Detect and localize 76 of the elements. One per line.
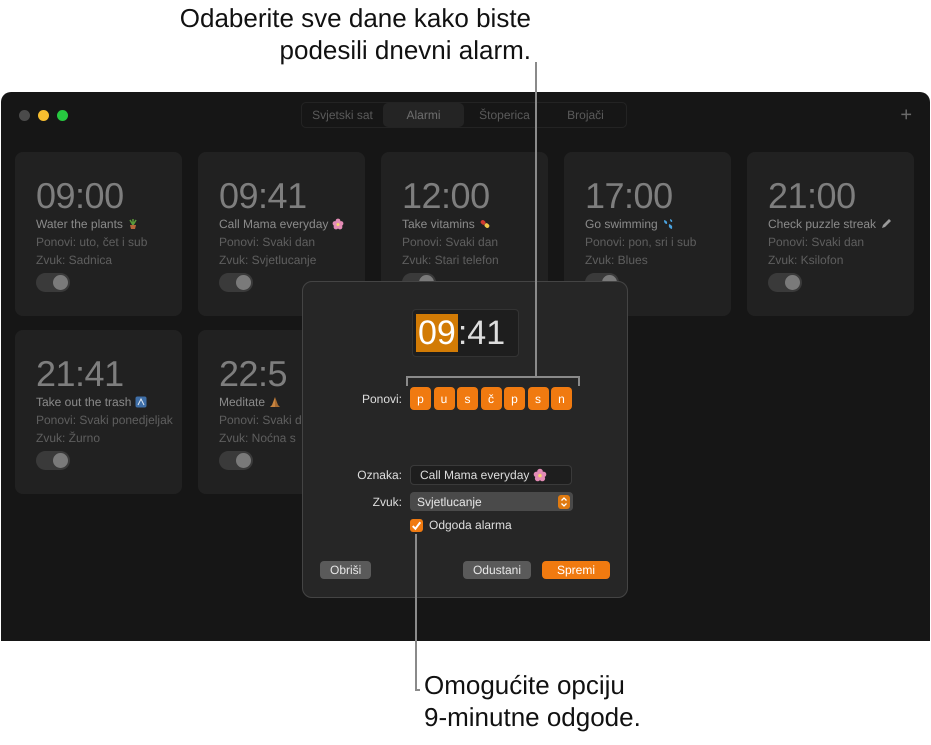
sound-label: Zvuk: bbox=[372, 494, 402, 508]
time-field[interactable]: 09:41 bbox=[412, 309, 519, 357]
alarm-card[interactable]: 09:00 Water the plants Ponovi: uto, čet i sub Zvuk: Sadnica bbox=[15, 152, 182, 316]
alarm-sound: Zvuk: Stari telefon bbox=[402, 253, 500, 267]
callout-text: Odaberite sve dane kako biste podesili dnevni alarm. bbox=[180, 2, 531, 67]
alarm-card[interactable]: 21:00 Check puzzle streak Ponovi: Svaki dan Zvuk: Ksilofon bbox=[747, 152, 914, 316]
alarm-time: 17:00 bbox=[585, 176, 674, 216]
alarm-title: Meditate bbox=[219, 395, 266, 409]
alarm-repeat: Ponovi: Svaki dan bbox=[768, 235, 866, 249]
tab[interactable]: Brojači bbox=[545, 103, 626, 127]
alarm-sound: Zvuk: Noćna s bbox=[219, 431, 297, 445]
day-toggle[interactable]: č bbox=[480, 387, 502, 410]
minimize-icon[interactable] bbox=[38, 110, 49, 120]
day-toggle[interactable]: s bbox=[528, 387, 548, 410]
cancel-button[interactable]: Odustani bbox=[462, 561, 531, 579]
alarm-time: 09:00 bbox=[36, 176, 125, 216]
plant-icon bbox=[126, 218, 139, 230]
hours-field[interactable]: 09 bbox=[416, 314, 458, 352]
label-value: Call Mama everyday bbox=[420, 468, 530, 482]
alarm-sound: Zvuk: Ksilofon bbox=[768, 253, 844, 267]
day-toggle[interactable]: u bbox=[434, 387, 454, 410]
flower-icon bbox=[332, 218, 344, 230]
alarm-toggle[interactable] bbox=[219, 451, 253, 470]
alarm-title: Water the plants bbox=[36, 217, 123, 231]
snooze-label: Odgoda alarma bbox=[429, 518, 512, 532]
alarm-sound: Zvuk: Blues bbox=[585, 253, 649, 267]
alarm-repeat: Ponovi: Svaki dan bbox=[219, 235, 316, 249]
alarm-toggle[interactable] bbox=[36, 451, 70, 470]
alarm-time: 12:00 bbox=[402, 176, 491, 216]
alarm-title: Take vitamins bbox=[402, 217, 475, 231]
alarm-title: Call Mama everyday bbox=[219, 217, 328, 231]
alarm-time: 21:00 bbox=[768, 176, 857, 216]
alarm-card[interactable]: 21:41 Take out the trash Ponovi: Svaki ponedjeljak Zvuk: Žurno bbox=[15, 330, 182, 494]
label-field[interactable]: Call Mama everyday bbox=[410, 465, 572, 485]
alarm-time: 22:5 bbox=[219, 354, 288, 394]
day-toggle[interactable]: p bbox=[410, 387, 431, 410]
alarm-toggle[interactable] bbox=[219, 273, 253, 292]
sound-value: Svjetlucanje bbox=[417, 494, 482, 508]
time-separator: : bbox=[458, 314, 468, 352]
pill-icon bbox=[478, 218, 491, 230]
alarm-time: 09:41 bbox=[219, 176, 308, 216]
alarm-sound: Zvuk: Sadnica bbox=[36, 253, 114, 267]
alarm-card[interactable]: 17:00 Go swimming Ponovi: pon, sri i sub Zvuk: Blues bbox=[564, 152, 731, 316]
flower-icon bbox=[533, 468, 548, 482]
alarm-title: Take out the trash bbox=[36, 395, 132, 409]
add-button[interactable]: + bbox=[900, 104, 912, 126]
day-toggle[interactable]: s bbox=[457, 387, 478, 410]
alarm-toggle[interactable] bbox=[36, 273, 70, 292]
chevron-updown-icon bbox=[558, 494, 570, 508]
alarm-title: Check puzzle streak bbox=[768, 217, 876, 231]
tab[interactable]: Svjetski sat bbox=[302, 103, 383, 127]
day-toggle[interactable]: p bbox=[504, 387, 525, 410]
alarm-sound: Zvuk: Žurno bbox=[36, 431, 102, 445]
tab[interactable]: Štoperica bbox=[464, 103, 545, 127]
snooze-checkbox[interactable] bbox=[410, 518, 423, 532]
close-icon[interactable] bbox=[19, 110, 30, 120]
alarm-toggle[interactable] bbox=[768, 273, 802, 292]
alarm-card[interactable]: 09:41 Call Mama everyday Ponovi: Svaki dan Zvuk: Svjetlucanje bbox=[198, 152, 365, 316]
alarm-time: 21:41 bbox=[36, 354, 125, 394]
minutes-field[interactable]: 41 bbox=[467, 314, 506, 352]
sound-popup[interactable]: Svjetlucanje bbox=[410, 492, 573, 511]
alarm-repeat: Ponovi: Svaki ponedjeljak bbox=[36, 413, 174, 427]
alarm-title: Go swimming bbox=[585, 217, 658, 231]
alarm-repeat: Ponovi: Svaki dan bbox=[402, 235, 500, 249]
day-toggle[interactable]: n bbox=[551, 387, 572, 410]
droplets-icon bbox=[662, 218, 674, 230]
alarm-repeat: Ponovi: pon, sri i sub bbox=[585, 235, 698, 249]
alarm-repeat: Ponovi: Svaki d bbox=[219, 413, 303, 427]
save-button[interactable]: Spremi bbox=[542, 561, 610, 579]
zoom-icon[interactable] bbox=[57, 110, 68, 120]
alarm-repeat: Ponovi: uto, čet i sub bbox=[36, 235, 148, 249]
tab[interactable]: Alarmi bbox=[383, 103, 464, 127]
alarm-sound: Zvuk: Svjetlucanje bbox=[219, 253, 318, 267]
callout-text: Omogućite opciju 9-minutne odgode. bbox=[424, 669, 642, 733]
pencil-icon bbox=[880, 218, 892, 230]
delete-button[interactable]: Obriši bbox=[320, 561, 372, 579]
